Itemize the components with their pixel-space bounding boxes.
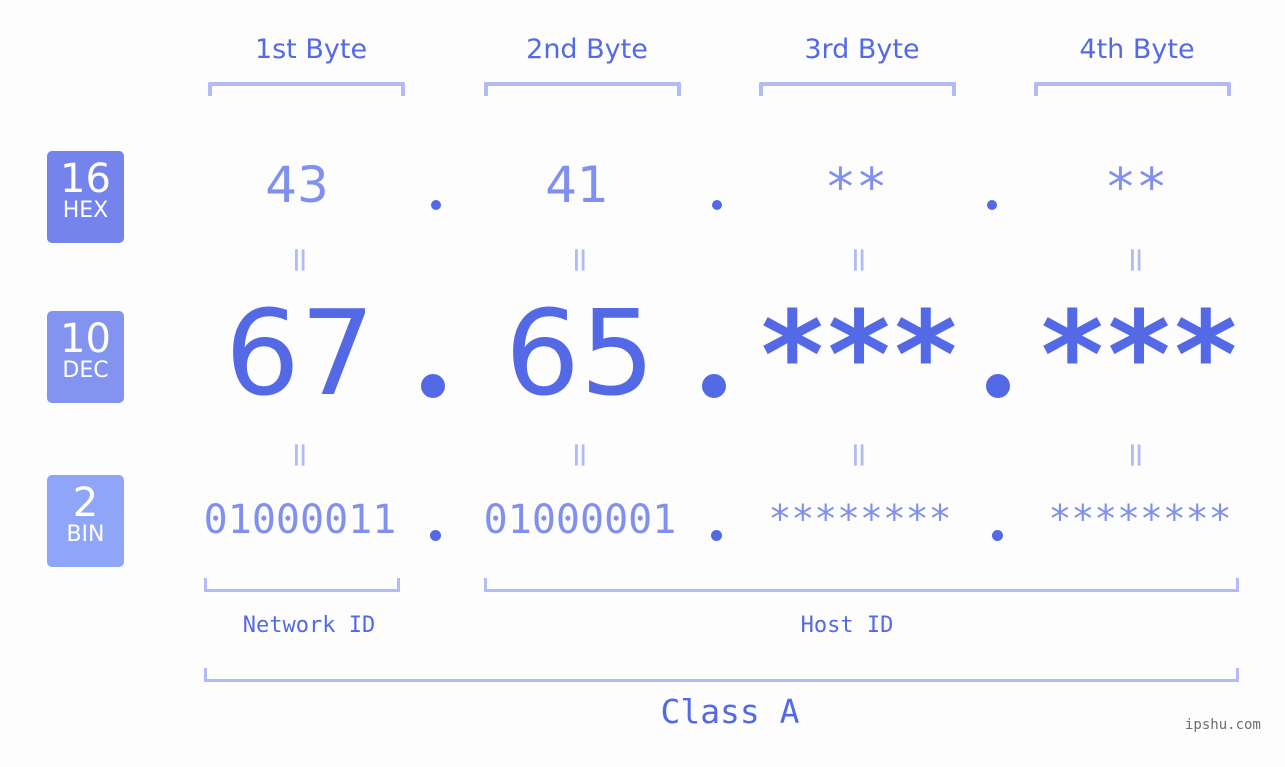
equals-icon: = — [560, 440, 600, 470]
hex-separator-dot-2 — [712, 200, 722, 210]
dec-badge-base: 10 — [60, 316, 111, 362]
dec-separator-dot-2 — [702, 374, 726, 398]
dec-separator-dot-3 — [986, 374, 1010, 398]
hex-separator-dot-1 — [431, 200, 441, 210]
dec-badge: 10 DEC — [47, 311, 124, 403]
host-id-bracket — [484, 578, 1239, 592]
byte-3-bracket — [759, 82, 956, 96]
bin-separator-dot-1 — [430, 530, 441, 541]
byte-header-4: 4th Byte — [1079, 34, 1195, 65]
bin-badge: 2 BIN — [47, 475, 124, 567]
dec-badge-label: DEC — [62, 358, 109, 383]
class-bracket — [204, 668, 1239, 682]
byte-4-bracket — [1034, 82, 1231, 96]
byte-header-3: 3rd Byte — [804, 34, 920, 65]
equals-icon: = — [1116, 245, 1156, 275]
hex-separator-dot-3 — [987, 200, 997, 210]
equals-icon: = — [280, 245, 320, 275]
byte-header-1: 1st Byte — [254, 34, 368, 65]
dec-byte-4: *** — [1040, 287, 1242, 426]
watermark: ipshu.com — [1185, 717, 1261, 733]
dec-byte-2: 65 — [504, 284, 656, 422]
byte-2-bracket — [484, 82, 681, 96]
bin-badge-base: 2 — [72, 480, 99, 526]
bin-byte-4: ******** — [1048, 497, 1232, 541]
equals-icon: = — [839, 440, 879, 470]
hex-byte-1: 43 — [265, 156, 329, 214]
equals-icon: = — [560, 245, 600, 275]
equals-icon: = — [839, 245, 879, 275]
network-id-bracket — [204, 578, 400, 592]
hex-byte-4: ** — [1104, 158, 1168, 218]
byte-header-2: 2nd Byte — [526, 34, 648, 65]
dec-separator-dot-1 — [421, 374, 445, 398]
hex-badge-base: 16 — [60, 156, 111, 202]
byte-1-bracket — [208, 82, 405, 96]
bin-byte-3: ******** — [768, 497, 952, 541]
network-id-label: Network ID — [242, 613, 376, 638]
bin-byte-1: 01000011 — [203, 497, 397, 543]
hex-byte-2: 41 — [545, 156, 609, 214]
bin-separator-dot-2 — [711, 530, 722, 541]
dec-byte-3: *** — [760, 287, 962, 426]
hex-badge-label: HEX — [62, 198, 109, 223]
equals-icon: = — [1116, 440, 1156, 470]
equals-icon: = — [280, 440, 320, 470]
dec-byte-1: 67 — [224, 284, 376, 422]
hex-badge: 16 HEX — [47, 151, 124, 243]
hex-byte-3: ** — [824, 158, 888, 218]
bin-separator-dot-3 — [992, 530, 1003, 541]
bin-byte-2: 01000001 — [483, 497, 677, 543]
bin-badge-label: BIN — [66, 522, 105, 547]
host-id-label: Host ID — [800, 613, 894, 638]
class-label: Class A — [660, 692, 800, 731]
